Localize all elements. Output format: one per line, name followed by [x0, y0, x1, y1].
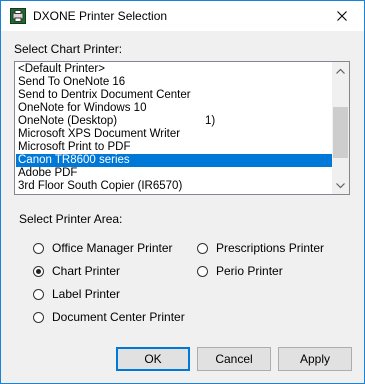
list-item-label: OneNote (Desktop): [18, 115, 118, 127]
scroll-up-button[interactable]: [332, 62, 349, 79]
radio-label: Perio Printer: [216, 264, 283, 278]
radio-office-manager-printer[interactable]: Office Manager Printer: [33, 241, 173, 255]
close-button[interactable]: [319, 1, 364, 30]
radio-label-printer[interactable]: Label Printer: [33, 287, 120, 301]
printer-list: <Default Printer> Send To OneNote 16 Sen…: [16, 63, 332, 193]
radio-chart-printer[interactable]: Chart Printer: [33, 264, 120, 278]
list-item[interactable]: Adobe PDF: [16, 167, 332, 180]
list-item[interactable]: OneNote for Windows 10: [16, 102, 332, 115]
list-item[interactable]: Send to Dentrix Document Center: [16, 89, 332, 102]
chevron-up-icon: [336, 68, 345, 74]
radio-button[interactable]: [33, 311, 44, 323]
list-item[interactable]: Microsoft XPS Document Writer: [16, 128, 332, 141]
radio-document-center-printer[interactable]: Document Center Printer: [33, 310, 185, 324]
apply-button[interactable]: Apply: [278, 347, 352, 371]
radio-label: Prescriptions Printer: [216, 241, 325, 255]
radio-label: Office Manager Printer: [52, 241, 173, 255]
list-item[interactable]: OneNote (Desktop) 1): [16, 115, 332, 128]
ok-button[interactable]: OK: [116, 347, 190, 371]
radio-label: Label Printer: [52, 287, 121, 301]
chart-printer-listbox[interactable]: <Default Printer> Send To OneNote 16 Sen…: [14, 61, 350, 195]
scroll-thumb[interactable]: [333, 107, 348, 158]
list-item-partial-text: 1): [205, 115, 216, 127]
chevron-down-icon: [336, 182, 345, 188]
close-icon: [336, 10, 347, 21]
list-item[interactable]: Microsoft Print to PDF: [16, 141, 332, 154]
printer-selection-dialog: DXONE Printer Selection Select Chart Pri…: [0, 0, 365, 384]
dxone-printer-icon: [10, 8, 26, 24]
list-item-selected[interactable]: Canon TR8600 series: [16, 154, 332, 167]
vertical-scrollbar[interactable]: [332, 62, 349, 194]
printer-area-label: Select Printer Area:: [19, 212, 123, 226]
radio-button[interactable]: [33, 288, 44, 300]
title-bar[interactable]: DXONE Printer Selection: [1, 1, 364, 31]
radio-label: Chart Printer: [52, 264, 121, 278]
cancel-button[interactable]: Cancel: [197, 347, 271, 371]
list-item[interactable]: Send To OneNote 16: [16, 76, 332, 89]
radio-button-checked[interactable]: [33, 265, 44, 277]
chart-printer-label: Select Chart Printer:: [14, 42, 123, 56]
radio-label: Document Center Printer: [52, 310, 185, 324]
window-title: DXONE Printer Selection: [33, 9, 168, 23]
radio-prescriptions-printer[interactable]: Prescriptions Printer: [197, 241, 324, 255]
list-item[interactable]: 3rd Floor South Copier (IR6570): [16, 180, 332, 193]
radio-button[interactable]: [33, 242, 44, 254]
radio-button[interactable]: [197, 265, 208, 277]
radio-button[interactable]: [197, 242, 208, 254]
scroll-down-button[interactable]: [332, 177, 349, 194]
list-item[interactable]: <Default Printer>: [16, 63, 332, 76]
radio-perio-printer[interactable]: Perio Printer: [197, 264, 283, 278]
